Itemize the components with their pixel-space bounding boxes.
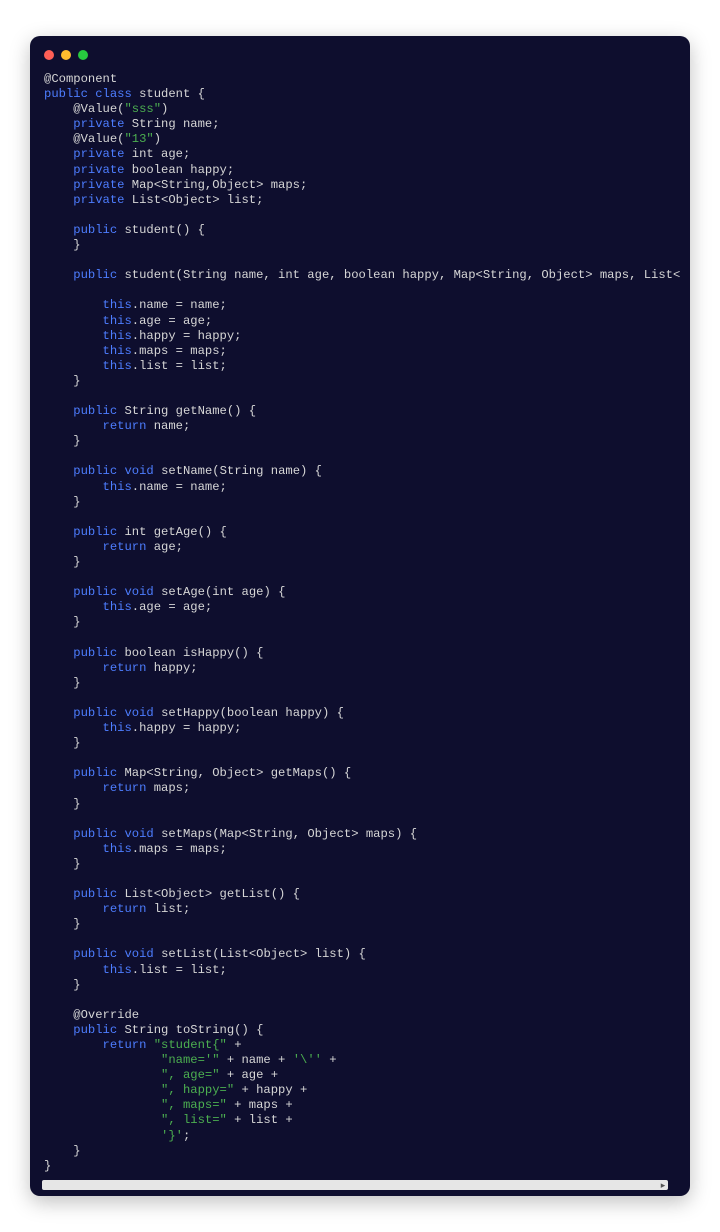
code-window: @Component public class student { @Value… [30, 36, 690, 1196]
window-zoom-icon[interactable] [78, 50, 88, 60]
window-close-icon[interactable] [44, 50, 54, 60]
title-bar [30, 36, 690, 68]
scroll-right-icon[interactable]: ▸ [658, 1180, 668, 1190]
code-block: @Component public class student { @Value… [40, 66, 680, 1180]
horizontal-scrollbar[interactable]: ▸ [42, 1180, 668, 1190]
code-scroll-area[interactable]: @Component public class student { @Value… [40, 66, 680, 1184]
window-minimize-icon[interactable] [61, 50, 71, 60]
